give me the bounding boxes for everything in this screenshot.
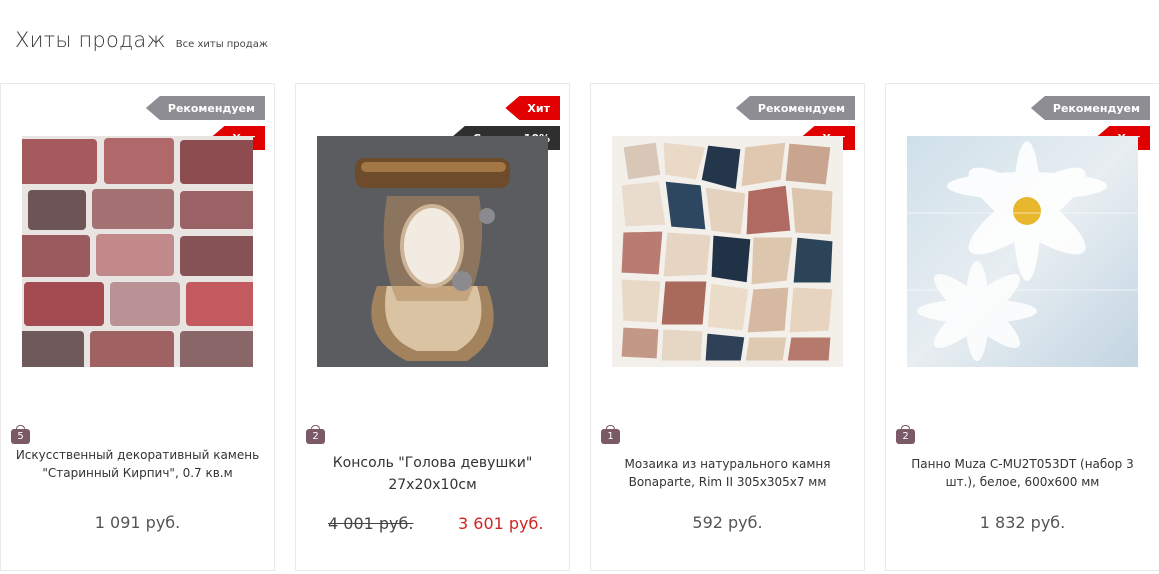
product-price: 1 091 руб. [94, 513, 181, 532]
product-old-price: 4 001 руб. [328, 514, 414, 533]
product-name[interactable]: Консоль "Голова девушки" 27x20x10см [310, 452, 555, 496]
product-price: 1 832 руб. [979, 513, 1066, 532]
product-name[interactable]: Искусственный декоративный камень "Стари… [15, 446, 260, 496]
product-card[interactable]: Рекомендуем Хит 5 Иску [0, 83, 275, 571]
product-price: 3 601 руб. [458, 514, 544, 533]
product-name[interactable]: Мозаика из натурального камня Bonaparte,… [605, 455, 850, 491]
product-image-panel[interactable] [907, 136, 1138, 367]
product-card[interactable]: Рекомендуем Хит [590, 83, 865, 571]
section-header: Хиты продаж Все хиты продаж [15, 28, 268, 52]
product-card[interactable]: Рекомендуем Хит [885, 83, 1159, 571]
section-title: Хиты продаж [15, 28, 166, 52]
product-card[interactable]: Хит Скидка 10% 2 Консоль "Голова девушки… [295, 83, 570, 571]
bag-icon: 1 [601, 425, 620, 444]
badge-hit: Хит [505, 96, 560, 120]
bag-icon: 5 [11, 425, 30, 444]
bag-icon: 2 [306, 425, 325, 444]
product-name[interactable]: Панно Muza C-MU2T053DT (набор 3 шт.), бе… [900, 455, 1145, 491]
product-price: 592 руб. [692, 513, 763, 532]
bag-icon: 2 [896, 425, 915, 444]
badge-recommended: Рекомендуем [1030, 96, 1150, 120]
badge-recommended: Рекомендуем [145, 96, 265, 120]
badge-recommended: Рекомендуем [735, 96, 855, 120]
all-bestsellers-link[interactable]: Все хиты продаж [176, 39, 268, 50]
product-image-mosaic[interactable] [612, 136, 843, 367]
product-image-brick[interactable] [22, 136, 253, 367]
product-image-console[interactable] [317, 136, 548, 367]
